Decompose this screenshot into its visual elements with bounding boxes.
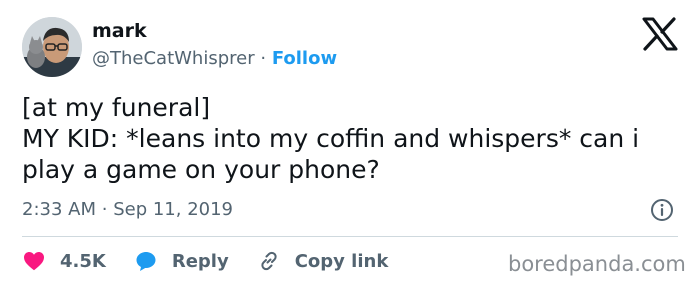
heart-icon [24, 252, 44, 271]
timestamp[interactable]: 2:33 AM · Sep 11, 2019 [22, 199, 233, 220]
divider [22, 236, 678, 237]
reply-button[interactable]: Reply [134, 249, 229, 273]
watermark: boredpanda.com [508, 252, 686, 276]
like-button[interactable]: 4.5K [22, 249, 106, 273]
copy-link-button[interactable]: Copy link [257, 249, 389, 273]
action-bar: 4.5K Reply Copy link [22, 246, 416, 276]
avatar[interactable] [22, 17, 82, 77]
speech-bubble-icon [136, 252, 156, 271]
tweet-line: MY KID: *leans into my coffin and whispe… [22, 124, 640, 153]
handle-separator: · [260, 48, 267, 69]
tweet-date: Sep 11, 2019 [113, 199, 234, 220]
info-icon[interactable] [650, 198, 674, 222]
link-icon [261, 251, 277, 271]
avatar-image [22, 17, 82, 77]
tweet-line: play a game on your phone? [22, 155, 380, 184]
tweet-line: [at my funeral] [22, 93, 211, 122]
follow-button[interactable]: Follow [272, 48, 337, 69]
date-separator: · [101, 199, 108, 220]
tweet-text: [at my funeral] MY KID: *leans into my c… [22, 92, 682, 185]
like-count: 4.5K [60, 250, 106, 272]
display-name[interactable]: mark [92, 20, 147, 42]
copy-link-label: Copy link [294, 250, 389, 272]
tweet-time: 2:33 AM [22, 199, 96, 220]
reply-label: Reply [171, 250, 229, 272]
handle-row: @TheCatWhisprer · Follow [92, 48, 337, 69]
user-handle[interactable]: @TheCatWhisprer [92, 48, 255, 69]
x-logo-icon[interactable] [642, 17, 678, 51]
